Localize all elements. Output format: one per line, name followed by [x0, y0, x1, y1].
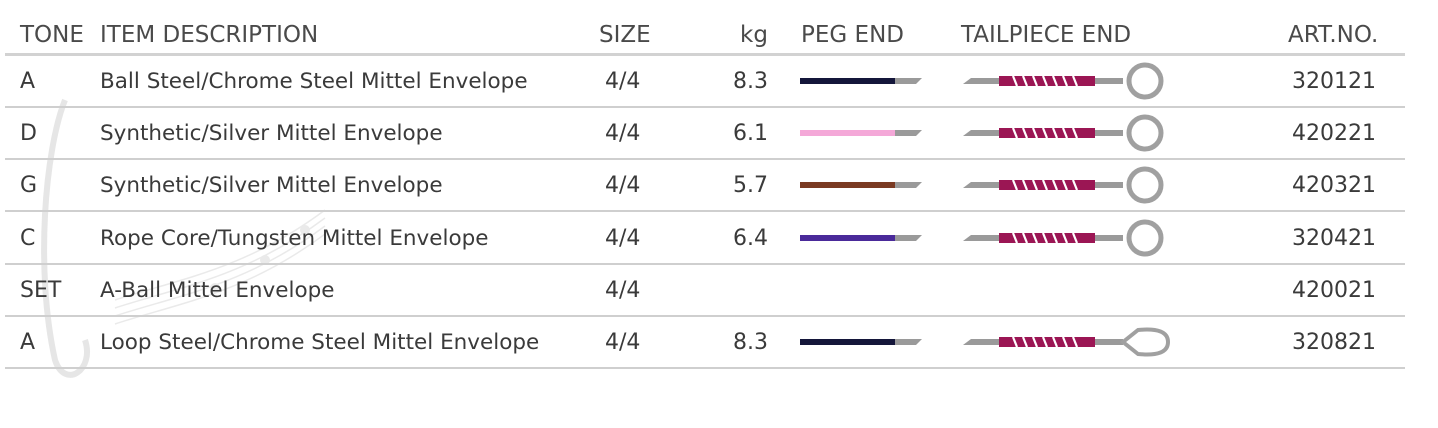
row-art-no: 320821: [1292, 330, 1376, 355]
row-size: 4/4: [605, 69, 641, 94]
row-size: 4/4: [605, 226, 641, 251]
row-tone: C: [20, 226, 36, 251]
row-kg: 5.7: [733, 173, 768, 198]
row-art-no: 420021: [1292, 278, 1376, 303]
row-description: Ball Steel/Chrome Steel Mittel Envelope: [100, 69, 528, 94]
header-description: ITEM DESCRIPTION: [100, 22, 319, 48]
peg-end-graphic: [800, 235, 922, 241]
row-art-no: 320121: [1292, 69, 1376, 94]
row-size: 4/4: [605, 278, 641, 303]
header-peg-end: PEG END: [801, 22, 904, 48]
row-tone: SET: [20, 278, 62, 303]
row-art-no: 320421: [1292, 226, 1376, 251]
tailpiece-ball-end-graphic: [963, 114, 1164, 152]
row-art-no: 420221: [1292, 121, 1376, 146]
header-art-no: ART.NO.: [1288, 22, 1379, 48]
table-row: A Ball Steel/Chrome Steel Mittel Envelope…: [5, 56, 1405, 108]
header-size: SIZE: [599, 22, 651, 48]
peg-end-graphic: [800, 78, 922, 84]
row-description: A-Ball Mittel Envelope: [100, 278, 335, 303]
row-description: Rope Core/Tungsten Mittel Envelope: [100, 226, 489, 251]
row-tone: A: [20, 330, 36, 355]
table-row: G Synthetic/Silver Mittel Envelope 4/4 5.7 4…: [5, 160, 1405, 212]
row-description: Loop Steel/Chrome Steel Mittel Envelope: [100, 330, 540, 355]
tailpiece-ball-end-graphic: [963, 62, 1164, 100]
tailpiece-loop-end-graphic: [963, 327, 1171, 357]
row-size: 4/4: [605, 121, 641, 146]
row-tone: G: [20, 173, 38, 198]
table-row: SET A-Ball Mittel Envelope 4/4 420021: [5, 265, 1405, 317]
peg-end-graphic: [800, 130, 922, 136]
header-tone: TONE: [20, 22, 84, 48]
row-description: Synthetic/Silver Mittel Envelope: [100, 173, 443, 198]
row-divider: [5, 367, 1405, 369]
row-kg: 8.3: [733, 69, 768, 94]
header-tailpiece-end: TAILPIECE END: [961, 22, 1132, 48]
tailpiece-ball-end-graphic: [963, 166, 1164, 204]
peg-end-graphic: [800, 182, 922, 188]
row-divider: [5, 210, 1405, 212]
peg-end-graphic: [800, 339, 922, 345]
tailpiece-ball-end-graphic: [963, 219, 1164, 257]
table-row: C Rope Core/Tungsten Mittel Envelope 4/4 6.…: [5, 213, 1405, 265]
row-art-no: 420321: [1292, 173, 1376, 198]
row-tone: A: [20, 69, 36, 94]
row-kg: 8.3: [733, 330, 768, 355]
row-kg: 6.4: [733, 226, 768, 251]
table-row: D Synthetic/Silver Mittel Envelope 4/4 6.1 4…: [5, 108, 1405, 160]
row-tone: D: [20, 121, 37, 146]
row-size: 4/4: [605, 173, 641, 198]
row-kg: 6.1: [733, 121, 768, 146]
row-description: Synthetic/Silver Mittel Envelope: [100, 121, 443, 146]
table-header: TONE ITEM DESCRIPTION SIZE kg PEG END TA…: [5, 20, 1405, 52]
table-row: A Loop Steel/Chrome Steel Mittel Envelope…: [5, 317, 1405, 369]
row-size: 4/4: [605, 330, 641, 355]
header-kg: kg: [740, 22, 768, 48]
